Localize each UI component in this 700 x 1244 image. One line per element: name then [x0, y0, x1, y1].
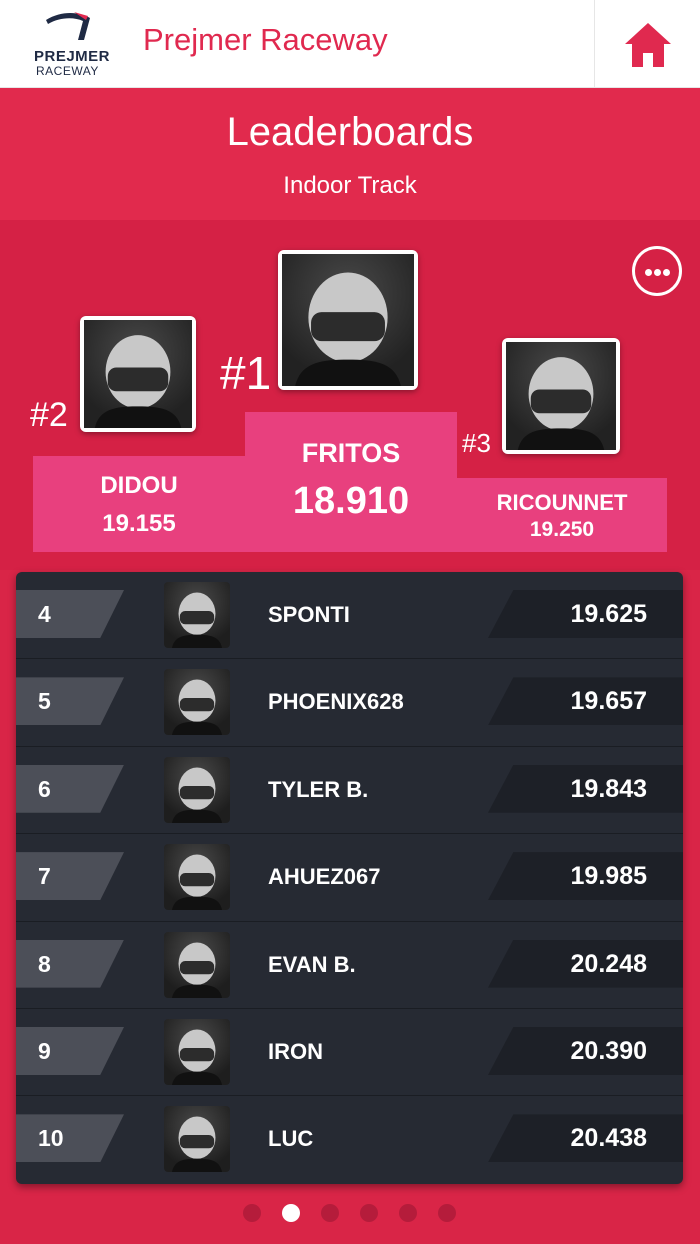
page-dot-1[interactable]: [243, 1204, 261, 1222]
row-time: 20.390: [488, 1026, 683, 1075]
row-name: LUC: [268, 1126, 314, 1152]
more-icon: [645, 269, 652, 276]
first-place-block[interactable]: FRITOS 18.910: [245, 412, 457, 552]
second-place-time: 19.155: [102, 510, 176, 537]
row-position: 4: [16, 590, 124, 638]
third-place-name: RICOUNNET: [496, 490, 628, 515]
table-row[interactable]: 6 TYLER B. 19.843: [16, 747, 683, 835]
row-name: PHOENIX628: [268, 689, 404, 715]
row-name: TYLER B.: [268, 776, 369, 802]
helmet-icon: [171, 767, 223, 823]
avatar: [164, 756, 230, 823]
first-place-name: FRITOS: [301, 438, 401, 468]
home-icon: [625, 23, 671, 67]
row-time: 20.438: [488, 1114, 683, 1163]
third-place-time: 19.250: [529, 518, 595, 541]
helmet-icon: [171, 1116, 223, 1173]
helmet-icon: [171, 592, 223, 648]
row-time: 19.985: [488, 852, 683, 901]
table-row[interactable]: 8 EVAN B. 20.248: [16, 922, 683, 1009]
home-button[interactable]: [594, 0, 700, 88]
helmet-icon: [171, 942, 223, 998]
row-time: 19.625: [488, 590, 683, 638]
avatar: [164, 1106, 230, 1173]
second-place-name: DIDOU: [100, 472, 178, 499]
helmet-icon: [171, 1029, 223, 1085]
table-row[interactable]: 7 AHUEZ067 19.985: [16, 834, 683, 922]
row-time: 19.843: [488, 764, 683, 813]
page-indicator: [0, 1204, 700, 1224]
avatar: [164, 931, 230, 998]
page-dot-3[interactable]: [321, 1204, 339, 1222]
second-place-rank: #2: [30, 396, 68, 434]
second-place-block[interactable]: DIDOU 19.155: [33, 456, 245, 552]
row-time: 19.657: [488, 677, 683, 726]
third-place-rank: #3: [462, 428, 491, 458]
app-title: Prejmer Raceway: [143, 22, 388, 57]
helmet-icon: [517, 357, 605, 450]
first-place-avatar[interactable]: [278, 250, 418, 390]
raceway-logo: PREJMER RACEWAY: [28, 10, 110, 78]
page-dot-4[interactable]: [360, 1204, 378, 1222]
more-icon: [663, 269, 670, 276]
row-name: EVAN B.: [268, 951, 356, 977]
helmet-icon: [171, 679, 223, 736]
logo-swoosh-icon: [46, 12, 90, 40]
logo-text-line1: PREJMER: [34, 48, 111, 65]
third-place-avatar[interactable]: [502, 338, 620, 454]
page-dot-6[interactable]: [438, 1204, 456, 1222]
first-place-time: 18.910: [292, 480, 410, 522]
table-row[interactable]: 10 LUC 20.438: [16, 1096, 683, 1183]
page-title: Leaderboards: [226, 110, 474, 154]
third-place-block[interactable]: RICOUNNET 19.250: [457, 478, 667, 552]
row-name: AHUEZ067: [268, 864, 381, 890]
logo-text-line2: RACEWAY: [36, 64, 99, 78]
avatar: [164, 669, 230, 736]
avatar: [164, 844, 230, 911]
table-row[interactable]: 4 SPONTI 19.625: [16, 572, 683, 660]
page-dot-5[interactable]: [399, 1204, 417, 1222]
helmet-icon: [295, 272, 401, 386]
podium: #2 DIDOU 19.155 #1 FRITOS 18.910 #3 RICO…: [0, 220, 700, 570]
row-position: 9: [16, 1026, 124, 1075]
helmet-icon: [171, 854, 223, 911]
helmet-icon: [94, 335, 182, 428]
row-position: 8: [16, 939, 124, 988]
row-position: 5: [16, 677, 124, 726]
avatar: [164, 1018, 230, 1085]
more-icon: [654, 269, 661, 276]
row-position: 7: [16, 852, 124, 901]
page-dot-2[interactable]: [282, 1204, 300, 1222]
row-name: IRON: [268, 1038, 323, 1064]
avatar: [164, 582, 230, 648]
row-position: 6: [16, 764, 124, 813]
app-header: PREJMER RACEWAY Prejmer Raceway: [0, 0, 700, 88]
page-subtitle: Indoor Track: [283, 172, 417, 199]
table-row[interactable]: 5 PHOENIX628 19.657: [16, 659, 683, 747]
row-position: 10: [16, 1114, 124, 1163]
second-place-avatar[interactable]: [80, 316, 196, 432]
title-band: Leaderboards Indoor Track: [0, 88, 700, 220]
first-place-rank: #1: [220, 347, 272, 399]
more-options-button[interactable]: [632, 246, 682, 296]
row-time: 20.248: [488, 939, 683, 988]
row-name: SPONTI: [268, 602, 350, 627]
table-row[interactable]: 9 IRON 20.390: [16, 1009, 683, 1097]
leaderboard-list[interactable]: 4 SPONTI 19.625 5 PHOENIX628 19.657 6 TY…: [16, 572, 683, 1184]
